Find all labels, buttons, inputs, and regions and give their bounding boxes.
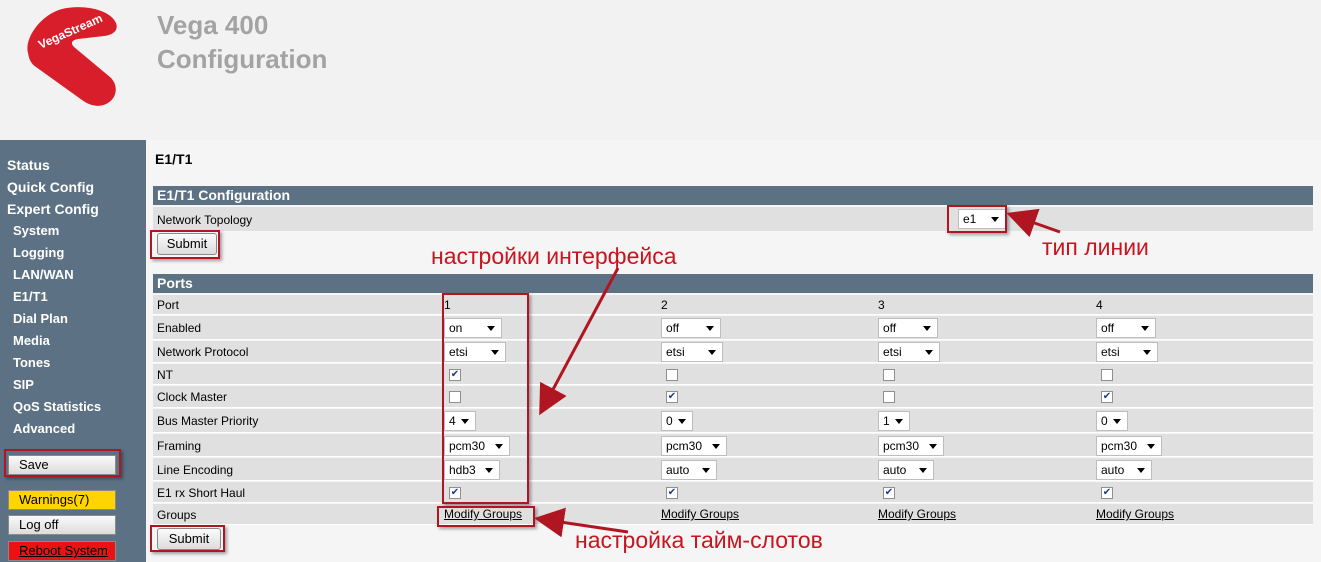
annotation-interface-settings: настройки интерфейса [431, 243, 677, 269]
annotation-line-type: тип линии [1042, 234, 1149, 260]
annotation-arrows [534, 208, 1061, 538]
interface-arrow [539, 267, 620, 416]
line-type-arrow [1006, 208, 1061, 238]
annotation-timeslot-settings: настройка тайм-слотов [575, 527, 823, 553]
